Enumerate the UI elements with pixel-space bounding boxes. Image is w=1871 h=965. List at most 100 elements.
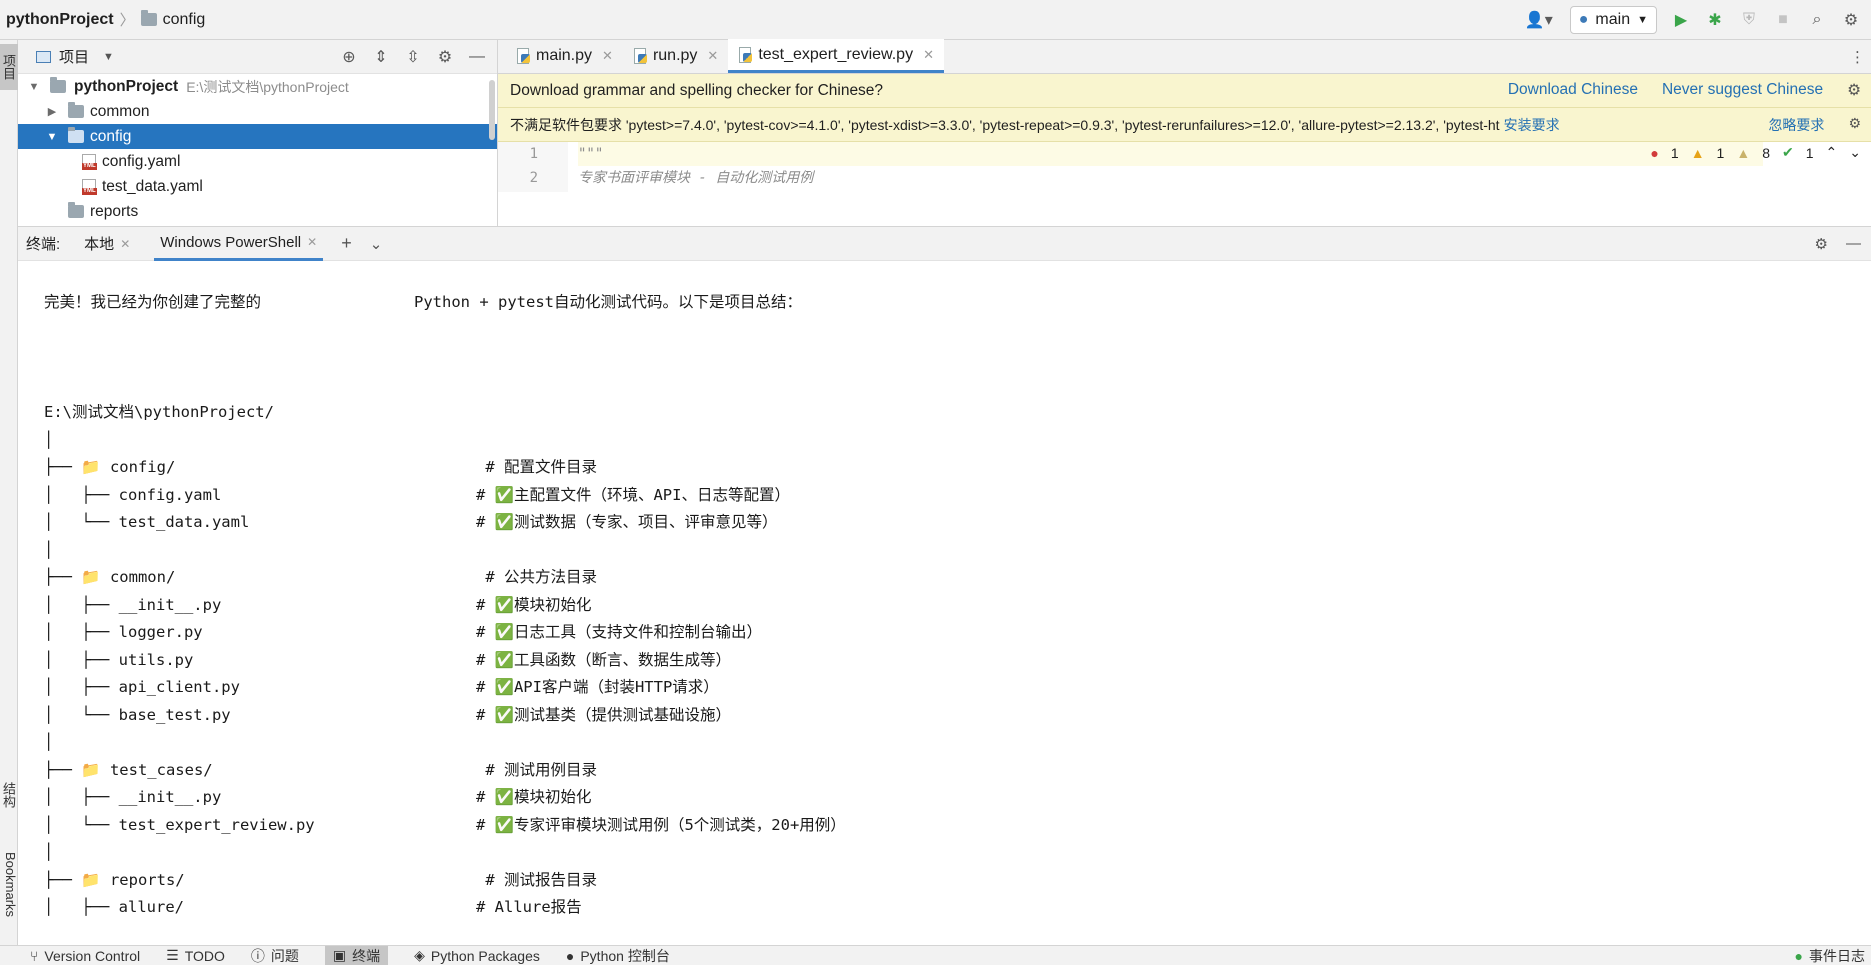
gear-icon[interactable]: ⚙ — [1815, 235, 1828, 253]
tool-tab-project[interactable]: 项目 — [0, 44, 18, 90]
user-icon[interactable]: 👤▾ — [1522, 10, 1556, 30]
toolbar-right: 👤▾ ● main ▼ ▶ ✱ ⛨ ■ ⌕ ⚙ — [1522, 0, 1871, 40]
tool-tab-structure[interactable]: 结构 — [0, 770, 18, 820]
ignore-requirements-link[interactable]: 忽略要求 — [1768, 115, 1824, 135]
tool-todo[interactable]: ☰ TODO — [166, 947, 225, 964]
expand-all-icon[interactable]: ⇕ — [371, 47, 391, 67]
chevron-down-icon[interactable]: ⌄ — [370, 235, 383, 253]
chevron-right-icon[interactable]: ▶ — [44, 105, 60, 118]
tool-label: Version Control — [44, 947, 141, 964]
line-gutter: 1 2 — [498, 142, 568, 192]
tool-problems[interactable]: ⓘ 问题 — [251, 946, 299, 965]
tool-event-log[interactable]: ● 事件日志 — [1795, 946, 1871, 965]
minimize-icon[interactable]: — — [467, 47, 487, 67]
close-icon[interactable]: ✕ — [120, 237, 130, 251]
yaml-file-icon — [82, 153, 97, 170]
tree-item-test-data-yaml[interactable]: test_data.yaml — [18, 174, 497, 199]
coverage-icon[interactable]: ⛨ — [1739, 10, 1759, 30]
left-tool-strip: 项目 结构 Bookmarks — [0, 40, 18, 945]
project-panel-title[interactable]: 项目 — [59, 46, 89, 67]
terminal-tab-powershell[interactable]: Windows PowerShell ✕ — [154, 227, 324, 261]
terminal-tree-line: │ — [44, 729, 1871, 757]
close-icon[interactable]: ✕ — [707, 48, 718, 64]
chevron-down-icon[interactable]: ▼ — [44, 131, 60, 143]
tab-main-py[interactable]: main.py ✕ — [506, 39, 623, 73]
banner-text: Download grammar and spelling checker fo… — [510, 81, 884, 99]
tab-test-expert-review-py[interactable]: test_expert_review.py ✕ — [728, 39, 944, 73]
terminal-tree-line: │ └── test_expert_review.py # ✅专家评审模块测试用例… — [44, 812, 1871, 840]
tool-python-packages[interactable]: ◈ Python Packages — [414, 947, 540, 964]
tree-item-config[interactable]: ▼ config — [18, 124, 497, 149]
gear-icon[interactable]: ⚙ — [1847, 81, 1861, 100]
terminal-line: E:\测试文档\pythonProject/ — [44, 399, 1871, 427]
more-tabs-icon[interactable]: ⋮ — [1850, 48, 1865, 66]
stop-icon[interactable]: ■ — [1773, 10, 1793, 30]
tool-label: 问题 — [270, 947, 299, 964]
tree-item-config-yaml[interactable]: config.yaml — [18, 149, 497, 174]
tree-item-common[interactable]: ▶ common — [18, 99, 497, 124]
chevron-down-icon[interactable]: ⌄ — [1849, 144, 1861, 161]
terminal-icon: ▣ — [332, 947, 347, 963]
close-icon[interactable]: ✕ — [602, 48, 613, 64]
run-configuration-selector[interactable]: ● main ▼ — [1569, 6, 1657, 34]
check-icon: ✔ — [1782, 144, 1794, 160]
terminal-tree-line: │ ├── __init__.py # ✅模块初始化 — [44, 592, 1871, 620]
weak-warning-count: 8 — [1762, 144, 1770, 161]
terminal-tree-line: ├── 📁 test_cases/ # 测试用例目录 — [44, 757, 1871, 785]
banner-actions: Download Chinese Never suggest Chinese ⚙ — [1508, 81, 1871, 100]
terminal-output[interactable]: 完美！我已经为你创建了完整的 Python + pytest自动化测试代码。以下… — [18, 261, 1871, 946]
terminal-tab-local[interactable]: 本地 ✕ — [78, 227, 136, 261]
tool-python-console[interactable]: ● Python 控制台 — [566, 946, 670, 965]
tab-label: run.py — [652, 47, 698, 64]
tree-entry: │ ├── allure/ — [44, 898, 184, 916]
tab-run-py[interactable]: run.py ✕ — [623, 39, 728, 73]
tree-entry: ├── 📁 test_cases/ — [44, 760, 213, 779]
project-panel: 项目 ▼ ⊕ ⇕ ⇳ ⚙ — ▼ pythonProject E:\测试文档\p… — [18, 40, 498, 226]
gear-icon[interactable]: ⚙ — [435, 47, 455, 67]
tree-item-label: config — [90, 127, 132, 145]
intro-text: Python + pytest自动化测试代码。以下是项目总结： — [414, 293, 802, 311]
search-icon[interactable]: ⌕ — [1807, 10, 1827, 30]
tree-entry: │ ├── logger.py — [44, 623, 203, 641]
breadcrumb-folder[interactable]: config — [163, 11, 206, 29]
download-chinese-link[interactable]: Download Chinese — [1508, 81, 1638, 100]
terminal-panel: 终端: 本地 ✕ Windows PowerShell ✕ + ⌄ ⚙ — 完美… — [18, 226, 1871, 945]
inspection-widget[interactable]: ● 1 ▲ 1 ▲ 8 ✔ 1 ⌃ ⌄ — [1650, 144, 1861, 161]
collapse-all-icon[interactable]: ⇳ — [403, 47, 423, 67]
intro-text: 完美！我已经为你创建了完整的 — [44, 293, 262, 311]
locate-icon[interactable]: ⊕ — [339, 47, 359, 67]
install-requirements-link[interactable]: 安装要求 — [1504, 115, 1560, 135]
tree-comment: # 测试用例目录 — [476, 760, 597, 779]
minimize-icon[interactable]: — — [1846, 235, 1861, 252]
tree-item-reports[interactable]: reports — [18, 199, 497, 224]
close-icon[interactable]: ✕ — [923, 47, 934, 63]
chevron-down-icon[interactable]: ▼ — [103, 51, 114, 63]
tool-tab-bookmarks[interactable]: Bookmarks — [0, 840, 18, 930]
tree-root[interactable]: ▼ pythonProject E:\测试文档\pythonProject — [18, 74, 497, 99]
error-count: 1 — [1670, 144, 1679, 161]
run-icon[interactable]: ▶ — [1671, 10, 1691, 30]
chevron-down-icon[interactable]: ▼ — [26, 81, 42, 93]
project-scrollbar[interactable] — [489, 80, 495, 140]
code-line: 专家书面评审模块 - 自动化测试用例 — [578, 170, 814, 186]
grammar-checker-banner: Download grammar and spelling checker fo… — [498, 74, 1871, 108]
never-suggest-link[interactable]: Never suggest Chinese — [1662, 81, 1823, 100]
tool-version-control[interactable]: ⑂ Version Control — [30, 948, 140, 964]
add-tab-icon[interactable]: + — [341, 233, 352, 254]
debug-icon[interactable]: ✱ — [1705, 10, 1725, 30]
tool-label: TODO — [184, 947, 225, 964]
chevron-up-icon[interactable]: ⌃ — [1826, 144, 1838, 161]
warning-icon: ▲ — [1690, 144, 1705, 161]
terminal-tree-line: │ └── base_test.py # ✅测试基类（提供测试基础设施） — [44, 702, 1871, 730]
code-editor[interactable]: 1 2 """ 专家书面评审模块 - 自动化测试用例 ● 1 ▲ 1 ▲ 8 ✔ 1 ⌃… — [498, 142, 1871, 192]
settings-icon[interactable]: ⚙ — [1841, 10, 1861, 30]
tool-terminal[interactable]: ▣ 终端 — [324, 946, 389, 965]
navigation-bar: pythonProject 〉 config 👤▾ ● main ▼ ▶ ✱ ⛨… — [0, 0, 1871, 40]
yaml-file-icon — [82, 178, 97, 195]
list-icon: ☰ — [166, 947, 179, 963]
gear-icon[interactable]: ⚙ — [1848, 115, 1861, 135]
close-icon[interactable]: ✕ — [307, 235, 317, 249]
tree-comment: # ✅测试基类（提供测试基础设施） — [476, 705, 731, 724]
breadcrumb-project[interactable]: pythonProject — [6, 11, 114, 29]
editor-area: main.py ✕ run.py ✕ test_expert_review.py… — [498, 39, 1871, 226]
